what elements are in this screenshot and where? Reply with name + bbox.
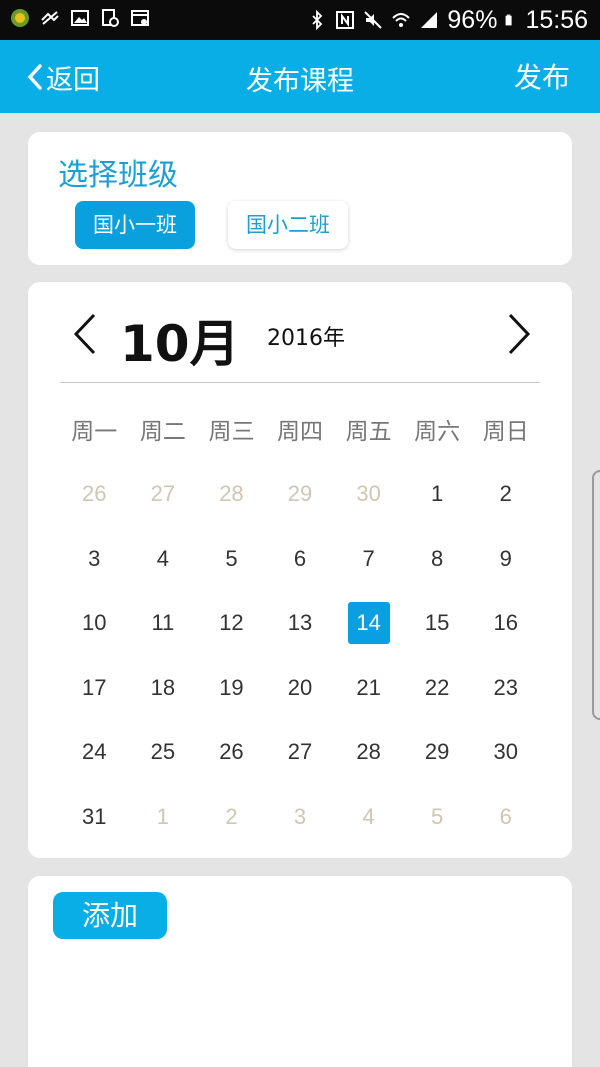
calendar-day[interactable]: 17 [60, 661, 129, 726]
weekday-label: 周日 [482, 419, 529, 445]
calendar-day[interactable]: 25 [129, 725, 198, 790]
calendar-icon [131, 10, 149, 26]
calendar-day[interactable]: 30 [471, 725, 540, 790]
calendar-day[interactable]: 12 [197, 596, 266, 661]
calendar-day-other-month[interactable]: 29 [266, 467, 335, 532]
calendar-day[interactable]: 28 [334, 725, 403, 790]
calendar-week: 10 11 12 13 14 15 16 [60, 596, 540, 661]
calendar-day[interactable]: 15 [403, 596, 472, 661]
next-month-icon[interactable] [504, 312, 534, 356]
calendar-day-other-month[interactable]: 1 [129, 790, 198, 855]
calendar-day-other-month[interactable]: 5 [403, 790, 472, 855]
calendar-day[interactable]: 19 [197, 661, 266, 726]
weekday-header: 周一 周二 周三 周四 周五 周六 周日 [60, 412, 540, 446]
calendar-day-other-month[interactable]: 30 [334, 467, 403, 532]
calendar-day[interactable]: 26 [197, 725, 266, 790]
calendar-card: 10月 2016年 周一 周二 周三 周四 周五 周六 周日 26 27 28 … [28, 282, 572, 858]
publish-button[interactable]: 发布 [514, 56, 570, 96]
mute-icon [364, 11, 383, 29]
calendar-day-other-month[interactable]: 2 [197, 790, 266, 855]
calendar-day[interactable]: 22 [403, 661, 472, 726]
status-bar: 96% 15:56 [0, 0, 600, 40]
calendar-year: 2016年 [267, 326, 345, 351]
weekday-label: 周二 [139, 419, 186, 445]
calendar-day[interactable]: 16 [471, 596, 540, 661]
calendar-day-other-month[interactable]: 28 [197, 467, 266, 532]
app-icon [11, 9, 29, 27]
vpn-icon [41, 11, 59, 25]
weekday-label: 周六 [414, 419, 461, 445]
calendar-day[interactable]: 13 [266, 596, 335, 661]
calendar-divider [60, 382, 540, 383]
calendar-grid: 26 27 28 29 30 1 2 3 4 5 6 7 8 9 10 11 1… [60, 467, 540, 854]
calendar-week: 24 25 26 27 28 29 30 [60, 725, 540, 790]
signal-icon [421, 12, 438, 28]
calendar-day-selected[interactable]: 14 [334, 596, 403, 661]
weekday-label: 周四 [277, 419, 324, 445]
calendar-day[interactable]: 27 [266, 725, 335, 790]
class-chip[interactable]: 国小二班 [228, 201, 348, 249]
page-title: 发布课程 [246, 66, 354, 97]
wifi-icon [392, 13, 411, 27]
calendar-day-other-month[interactable]: 3 [266, 790, 335, 855]
calendar-week: 17 18 19 20 21 22 23 [60, 661, 540, 726]
calendar-day[interactable]: 20 [266, 661, 335, 726]
calendar-day[interactable]: 31 [60, 790, 129, 855]
bluetooth-icon [312, 10, 323, 30]
weekday-label: 周一 [71, 419, 118, 445]
battery-percent: 96% [447, 5, 498, 34]
app-bar: 返回 发布课程 发布 [0, 40, 600, 113]
weekday-label: 周三 [208, 419, 255, 445]
calendar-day-other-month[interactable]: 26 [60, 467, 129, 532]
calendar-day[interactable]: 18 [129, 661, 198, 726]
clock-file-icon [102, 9, 119, 27]
class-select-card: 选择班级 国小一班 国小二班 [28, 132, 572, 265]
calendar-day[interactable]: 1 [403, 467, 472, 532]
calendar-day[interactable]: 29 [403, 725, 472, 790]
calendar-day[interactable]: 23 [471, 661, 540, 726]
class-select-heading: 选择班级 [58, 158, 178, 193]
calendar-day[interactable]: 3 [60, 532, 129, 597]
calendar-day-other-month[interactable]: 4 [334, 790, 403, 855]
battery-icon [506, 14, 513, 26]
clock: 15:56 [525, 5, 588, 34]
calendar-week: 3 4 5 6 7 8 9 [60, 532, 540, 597]
calendar-week: 31 1 2 3 4 5 6 [60, 790, 540, 855]
calendar-day[interactable]: 5 [197, 532, 266, 597]
prev-month-icon[interactable] [70, 312, 100, 356]
nfc-icon [336, 11, 355, 29]
add-card: 添加 [28, 876, 572, 1067]
class-chip-selected[interactable]: 国小一班 [75, 201, 195, 249]
calendar-day[interactable]: 11 [129, 596, 198, 661]
calendar-week: 26 27 28 29 30 1 2 [60, 467, 540, 532]
calendar-day[interactable]: 21 [334, 661, 403, 726]
calendar-day[interactable]: 4 [129, 532, 198, 597]
calendar-day-other-month[interactable]: 27 [129, 467, 198, 532]
calendar-day[interactable]: 8 [403, 532, 472, 597]
calendar-day[interactable]: 2 [471, 467, 540, 532]
edge-panel-handle[interactable] [592, 470, 600, 720]
calendar-month: 10月 [120, 315, 240, 373]
calendar-day[interactable]: 24 [60, 725, 129, 790]
calendar-day[interactable]: 7 [334, 532, 403, 597]
image-icon [71, 10, 89, 26]
calendar-day[interactable]: 10 [60, 596, 129, 661]
calendar-day[interactable]: 6 [266, 532, 335, 597]
add-button[interactable]: 添加 [53, 892, 167, 939]
calendar-day-other-month[interactable]: 6 [471, 790, 540, 855]
calendar-day[interactable]: 9 [471, 532, 540, 597]
weekday-label: 周五 [345, 419, 392, 445]
